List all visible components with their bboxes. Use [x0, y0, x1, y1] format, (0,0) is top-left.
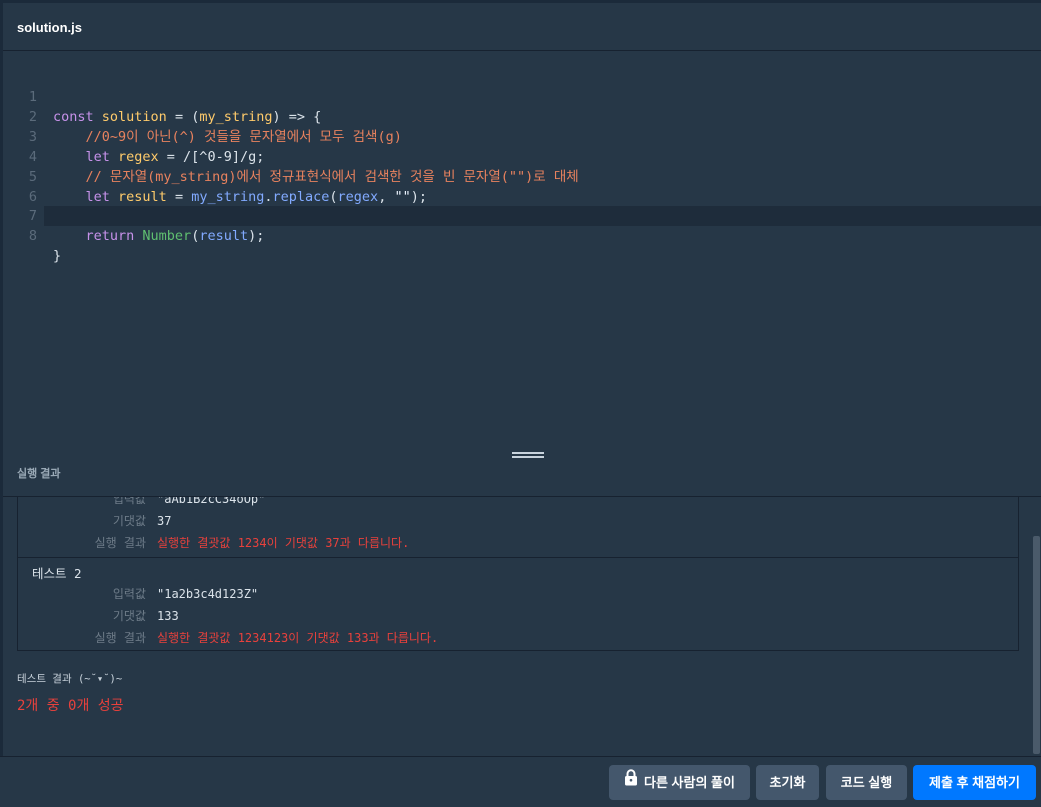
result-scrollbar[interactable] — [1031, 497, 1041, 755]
code-line[interactable]: 5 let result = my_string.replace(regex, … — [3, 147, 1041, 205]
test-input-row: 입력값 〉 "1a2b3c4d123Z" — [112, 587, 259, 601]
code-line[interactable]: 2 //0~9이 아닌(^) 것들을 문자열에서 모두 검색(g) — [3, 87, 1041, 145]
result-output: 입력값 〉 "aAb1B2cC34oOp" 기댓값 〉 37 실행 결과 〉 실… — [3, 497, 1041, 755]
test-case-title: 테스트 2 — [32, 566, 82, 581]
code-line-active[interactable]: 8 } — [29, 206, 1041, 264]
code-line[interactable]: 6 — [3, 167, 1041, 205]
lock-icon — [624, 764, 638, 799]
line-number: 7 — [28, 208, 37, 224]
line-number: 8 — [28, 228, 37, 244]
test-expected-row: 기댓값 〉 37 — [112, 514, 172, 528]
test-case-1: 입력값 〉 "aAb1B2cC34oOp" 기댓값 〉 37 실행 결과 〉 실… — [17, 497, 1019, 558]
code-line[interactable]: 7 return Number(result); — [3, 186, 1041, 244]
file-tab-solution[interactable]: solution.js — [17, 20, 82, 35]
test-summary-value: 2개 중 0개 성공 — [17, 698, 124, 714]
ide-window: solution.js 1 const solution = (my_strin… — [0, 0, 1041, 807]
code-line[interactable]: 1 const solution = (my_string) => { — [3, 67, 1041, 125]
others-solution-label: 다른 사람의 풀이 — [644, 775, 735, 790]
test-result-row: 실행 결과 〉 실행한 결괏값 1234123이 기댓값 133과 다릅니다. — [94, 631, 439, 645]
resize-handle[interactable] — [512, 452, 544, 460]
test-result-row: 실행 결과 〉 실행한 결괏값 1234이 기댓값 37과 다릅니다. — [94, 536, 410, 550]
test-case-2: 테스트 2 입력값 〉 "1a2b3c4d123Z" 기댓값 〉 133 실행 … — [17, 557, 1019, 651]
test-input-row: 입력값 〉 "aAb1B2cC34oOp" — [112, 497, 266, 506]
file-tab-bar: solution.js — [3, 3, 1041, 51]
code-line[interactable]: 3 let regex = /[^0-9]/g; — [3, 107, 1041, 165]
action-bar: 다른 사람의 풀이 초기화 코드 실행 제출 후 채점하기 — [0, 756, 1041, 807]
scrollbar-thumb[interactable] — [1033, 536, 1040, 754]
code-text: } — [53, 248, 62, 264]
submit-button[interactable]: 제출 후 채점하기 — [913, 765, 1036, 800]
code-editor[interactable]: 1 const solution = (my_string) => { 2 //… — [3, 51, 1041, 449]
run-code-button[interactable]: 코드 실행 — [826, 765, 907, 800]
test-expected-row: 기댓값 〉 133 — [112, 609, 179, 623]
reset-button[interactable]: 초기화 — [756, 765, 819, 800]
others-solution-button[interactable]: 다른 사람의 풀이 — [609, 765, 750, 800]
code-line[interactable]: 4 // 문자열(my_string)에서 정규표현식에서 검색한 것을 빈 문… — [3, 127, 1041, 185]
result-panel-title: 실행 결과 — [17, 468, 61, 480]
test-summary-label: 테스트 결과 (~˘▾˘)~ — [17, 673, 123, 685]
